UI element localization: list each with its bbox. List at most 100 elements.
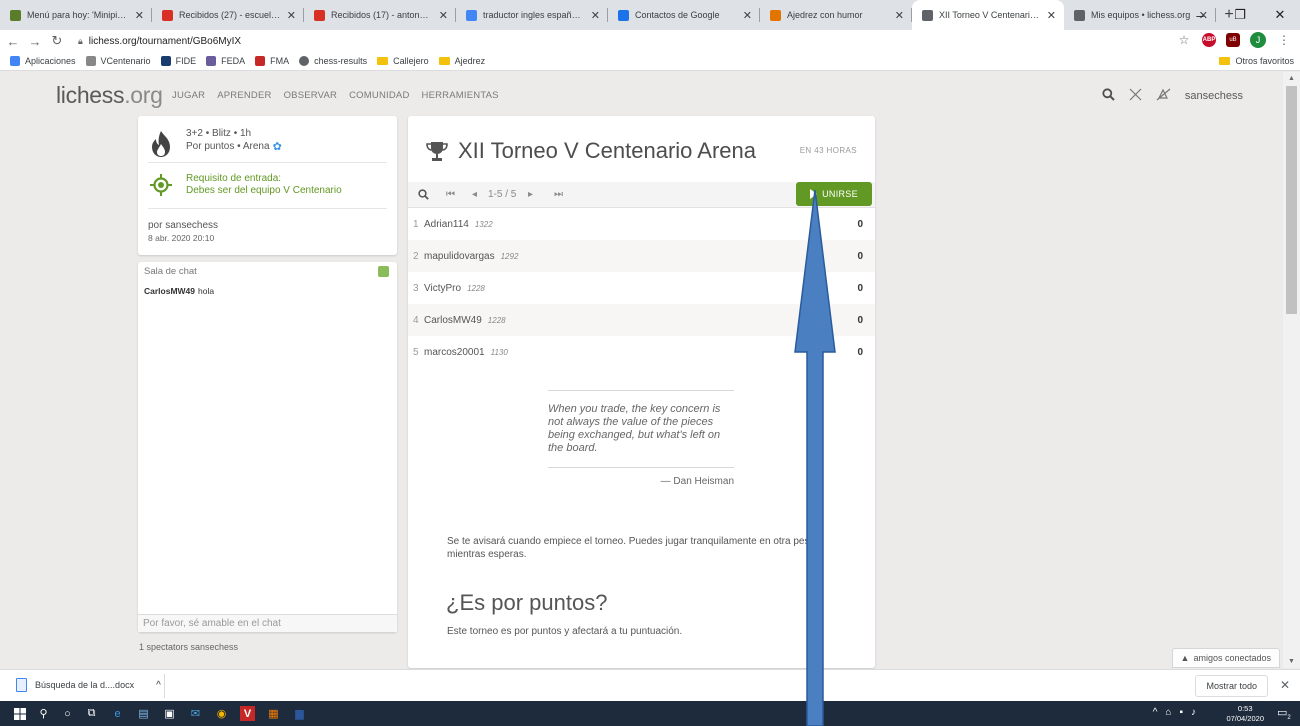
browser-tab[interactable]: XII Torneo V Centenario Are ✕ xyxy=(912,0,1064,30)
restore-icon[interactable]: ❐ xyxy=(1220,0,1260,30)
close-tab-icon[interactable]: ✕ xyxy=(1047,9,1056,22)
prev-page-icon[interactable]: ◂ xyxy=(472,189,477,200)
close-tab-icon[interactable]: ✕ xyxy=(135,9,144,22)
url-field[interactable]: 🔒︎ lichess.org/tournament/GBo6MyIX xyxy=(78,36,241,47)
close-tab-icon[interactable]: ✕ xyxy=(743,9,752,22)
browser-tab[interactable]: Recibidos (27) - escuela.aje ✕ xyxy=(152,0,304,30)
standings-player[interactable]: mapulidovargas xyxy=(424,251,495,262)
store-icon[interactable]: ▣ xyxy=(162,706,177,721)
standings-player[interactable]: marcos20001 xyxy=(424,347,485,358)
quote-block: When you trade, the key concern is not a… xyxy=(548,390,734,487)
standings-row[interactable]: 4 CarlosMW49 1228 0 xyxy=(408,304,875,336)
kebab-menu-icon[interactable]: ⋮ xyxy=(1276,32,1292,48)
page-scrollbar[interactable]: ▲ ▼ xyxy=(1283,72,1300,668)
scroll-up-icon[interactable]: ▲ xyxy=(1288,75,1295,82)
edge-icon[interactable]: e xyxy=(110,706,125,721)
standings-row[interactable]: 2 mapulidovargas 1292 0 xyxy=(408,240,875,272)
download-item[interactable]: Búsqueda de la d....docx ^ xyxy=(16,678,161,692)
close-tab-icon[interactable]: ✕ xyxy=(895,9,904,22)
close-tab-icon[interactable]: ✕ xyxy=(439,9,448,22)
nav-jugar[interactable]: JUGAR xyxy=(172,90,205,101)
browser-tab[interactable]: Recibidos (17) - antonquev ✕ xyxy=(304,0,456,30)
profile-avatar[interactable]: J xyxy=(1250,32,1266,48)
browser-tab-title: XII Torneo V Centenario Are xyxy=(939,10,1041,20)
forward-arrow-icon[interactable]: → xyxy=(26,34,44,49)
windows-start-icon[interactable] xyxy=(12,706,27,721)
close-icon[interactable]: ✕ xyxy=(1280,678,1290,692)
search-icon[interactable] xyxy=(418,189,429,203)
adblock-extension-icon[interactable]: ABP xyxy=(1202,33,1216,47)
standings-player[interactable]: CarlosMW49 xyxy=(424,315,482,326)
crossed-swords-icon[interactable] xyxy=(1129,88,1142,104)
standings-row[interactable]: 3 VictyPro 1228 0 xyxy=(408,272,875,304)
reload-icon[interactable]: ↻ xyxy=(48,33,66,49)
bookmark-item[interactable]: VCentenario xyxy=(85,56,151,66)
calendar-app-icon[interactable]: ▦ xyxy=(266,706,281,721)
chat-toggle-checkbox[interactable] xyxy=(378,266,389,277)
mail-icon[interactable]: ✉ xyxy=(188,706,203,721)
browser-tab[interactable]: Ajedrez con humor ✕ xyxy=(760,0,912,30)
nav-observar[interactable]: OBSERVAR xyxy=(284,90,338,101)
bookmark-item[interactable]: Callejero xyxy=(377,56,429,66)
network-icon[interactable]: ⌂ xyxy=(1165,707,1171,718)
chevron-up-icon[interactable]: ^ xyxy=(1153,707,1158,718)
notifications-muted-icon[interactable] xyxy=(1156,88,1171,104)
close-window-icon[interactable]: ✕ xyxy=(1260,0,1300,30)
standings-row[interactable]: 5 marcos20001 1130 0 xyxy=(408,336,875,368)
system-clock[interactable]: 0:53 07/04/2020 xyxy=(1226,704,1264,724)
nav-comunidad[interactable]: COMUNIDAD xyxy=(349,90,409,101)
close-tab-icon[interactable]: ✕ xyxy=(591,9,600,22)
chat-message-user[interactable]: CarlosMW49 xyxy=(144,286,195,296)
star-bookmark-icon[interactable]: ☆ xyxy=(1176,32,1192,48)
tray-app-icon[interactable]: ▪ xyxy=(1179,707,1183,718)
scrollbar-thumb[interactable] xyxy=(1286,86,1297,314)
search-icon[interactable] xyxy=(1102,88,1115,104)
standings-row[interactable]: 1 Adrian114 1322 0 xyxy=(408,208,875,240)
ublock-extension-icon[interactable]: uB xyxy=(1226,33,1240,47)
app-v-icon[interactable]: V xyxy=(240,706,255,721)
user-menu[interactable]: sansechess xyxy=(1185,90,1243,102)
chrome-icon[interactable]: ◉ xyxy=(214,706,229,721)
search-icon[interactable]: ⚲ xyxy=(36,706,51,721)
created-by[interactable]: por sansechess xyxy=(148,220,218,231)
bookmark-item[interactable]: FIDE xyxy=(160,56,196,66)
bookmark-item[interactable]: FMA xyxy=(255,56,289,66)
divider xyxy=(148,208,387,209)
word-icon[interactable]: ▆ xyxy=(292,706,307,721)
standings-player[interactable]: VictyPro xyxy=(424,283,461,294)
browser-tab[interactable]: traductor ingles español - G ✕ xyxy=(456,0,608,30)
minimize-icon[interactable]: – xyxy=(1180,0,1220,30)
file-explorer-icon[interactable]: ▤ xyxy=(136,706,151,721)
chat-input[interactable]: Por favor, sé amable en el chat xyxy=(138,614,397,632)
notifications-icon[interactable]: ▭2 xyxy=(1277,706,1292,721)
lichess-logo[interactable]: lichess.org xyxy=(56,82,163,109)
join-button[interactable]: UNIRSE xyxy=(796,182,872,206)
back-arrow-icon[interactable]: ← xyxy=(4,34,22,49)
last-page-icon[interactable]: ⏭︎ xyxy=(554,189,563,200)
lichess-favicon xyxy=(1074,9,1085,21)
task-view-icon[interactable]: ⧉ xyxy=(84,706,99,721)
faq-heading: ¿Es por puntos? xyxy=(446,590,608,615)
cortana-icon[interactable]: ○ xyxy=(60,706,75,721)
nav-herramientas[interactable]: HERRAMIENTAS xyxy=(422,90,499,101)
first-page-icon[interactable]: ⏮︎ xyxy=(446,189,455,200)
nav-aprender[interactable]: APRENDER xyxy=(217,90,271,101)
chevron-up-icon[interactable]: ^ xyxy=(156,680,161,691)
bookmark-item[interactable]: FEDA xyxy=(206,56,245,66)
trophy-icon xyxy=(426,142,448,161)
friends-online-button[interactable]: ▲ amigos conectados xyxy=(1171,648,1280,668)
gear-icon[interactable]: ✿ xyxy=(273,140,282,153)
browser-tab[interactable]: Menú para hoy: 'Minipizzas ✕ xyxy=(0,0,152,30)
other-bookmarks[interactable]: Otros favoritos xyxy=(1219,56,1294,66)
next-page-icon[interactable]: ▸ xyxy=(528,189,533,200)
close-tab-icon[interactable]: ✕ xyxy=(287,9,296,22)
bookmark-item[interactable]: Ajedrez xyxy=(438,56,485,66)
show-all-button[interactable]: Mostrar todo xyxy=(1195,675,1268,697)
bookmark-item[interactable]: Aplicaciones xyxy=(10,56,76,66)
bookmark-item[interactable]: chess-results xyxy=(299,56,367,66)
volume-icon[interactable]: ♪ xyxy=(1191,707,1196,718)
scroll-down-icon[interactable]: ▼ xyxy=(1288,658,1295,665)
standings-rating: 1322 xyxy=(474,219,493,229)
standings-player[interactable]: Adrian114 xyxy=(424,219,469,230)
browser-tab[interactable]: Contactos de Google ✕ xyxy=(608,0,760,30)
